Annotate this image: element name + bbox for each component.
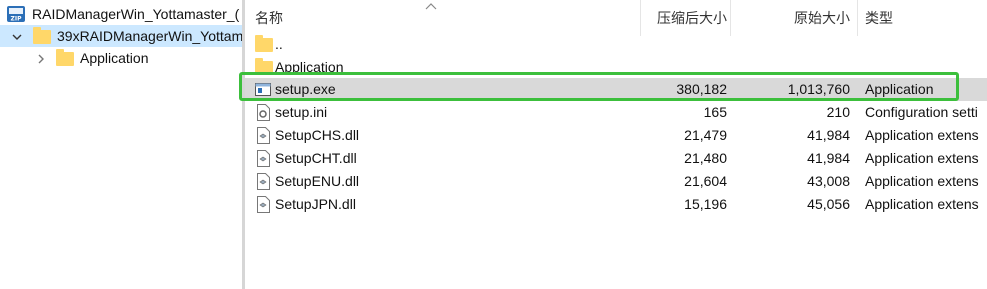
folder-icon bbox=[255, 35, 273, 52]
selection-highlight-outline bbox=[239, 72, 959, 101]
original-size: 43,008 bbox=[807, 173, 850, 189]
folder-icon bbox=[33, 27, 51, 44]
column-header-row: 名称 压缩后大小 原始大小 类型 bbox=[245, 0, 987, 36]
column-header-name[interactable]: 名称 bbox=[255, 9, 283, 27]
compressed-size: 165 bbox=[703, 104, 727, 120]
file-name: setup.ini bbox=[275, 104, 328, 120]
file-name: SetupCHT.dll bbox=[275, 150, 357, 166]
original-size: 41,984 bbox=[807, 127, 850, 143]
file-type: Application extens bbox=[865, 127, 979, 143]
file-name: SetupENU.dll bbox=[275, 173, 360, 189]
file-row[interactable]: setup.ini 165 210 Configuration setti bbox=[245, 101, 987, 124]
file-type: Configuration setti bbox=[865, 104, 978, 120]
tree-item-application[interactable]: Application bbox=[0, 47, 242, 69]
column-header-compressed[interactable]: 压缩后大小 bbox=[657, 9, 727, 27]
file-type: Application extens bbox=[865, 196, 979, 212]
svg-text:ZIP: ZIP bbox=[11, 16, 23, 23]
settings-file-icon bbox=[257, 104, 270, 121]
zip-archive-icon: ZIP bbox=[7, 6, 25, 23]
compressed-size: 21,479 bbox=[684, 127, 727, 143]
column-header-type[interactable]: 类型 bbox=[865, 9, 893, 27]
compressed-size: 15,196 bbox=[684, 196, 727, 212]
original-size: 45,056 bbox=[807, 196, 850, 212]
dll-file-icon bbox=[257, 196, 270, 213]
column-divider[interactable] bbox=[730, 0, 731, 36]
dll-file-icon bbox=[257, 173, 270, 190]
dll-file-icon bbox=[257, 127, 270, 144]
tree-item-archive-root-label: RAIDManagerWin_Yottamaster_( bbox=[32, 6, 240, 22]
file-name: SetupJPN.dll bbox=[275, 196, 356, 212]
file-type: Application extens bbox=[865, 173, 979, 189]
file-row[interactable]: SetupJPN.dll 15,196 45,056 Application exte… bbox=[245, 193, 987, 216]
dll-file-icon bbox=[257, 150, 270, 167]
folder-icon bbox=[56, 49, 74, 66]
file-row[interactable]: SetupCHT.dll 21,480 41,984 Application exte… bbox=[245, 147, 987, 170]
sort-ascending-icon bbox=[425, 3, 437, 10]
tree-item-application-label: Application bbox=[80, 50, 149, 66]
tree-item-archive-root[interactable]: ZIP RAIDManagerWin_Yottamaster_( bbox=[6, 3, 242, 25]
original-size: 41,984 bbox=[807, 150, 850, 166]
compressed-size: 21,480 bbox=[684, 150, 727, 166]
file-row[interactable]: SetupENU.dll 21,604 43,008 Application exte… bbox=[245, 170, 987, 193]
column-divider[interactable] bbox=[640, 0, 641, 36]
tree-item-selected-folder-label: 39xRAIDManagerWin_Yottam bbox=[57, 28, 242, 44]
file-row[interactable]: .. bbox=[245, 33, 987, 56]
chevron-right-icon[interactable] bbox=[36, 54, 46, 64]
file-name: .. bbox=[275, 36, 283, 52]
chevron-down-icon[interactable] bbox=[12, 32, 22, 42]
tree-item-selected-folder[interactable]: 39xRAIDManagerWin_Yottam bbox=[0, 25, 242, 47]
file-list-pane: 名称 压缩后大小 原始大小 类型 .. Application setup.exe 3… bbox=[245, 0, 987, 289]
file-type: Application extens bbox=[865, 150, 979, 166]
file-row[interactable]: SetupCHS.dll 21,479 41,984 Application exte… bbox=[245, 124, 987, 147]
original-size: 210 bbox=[826, 104, 850, 120]
column-divider[interactable] bbox=[857, 0, 858, 36]
compressed-size: 21,604 bbox=[684, 173, 727, 189]
file-name: SetupCHS.dll bbox=[275, 127, 360, 143]
column-header-original[interactable]: 原始大小 bbox=[794, 9, 850, 27]
folder-tree-pane: ZIP RAIDManagerWin_Yottamaster_( 39xRAID… bbox=[0, 0, 242, 289]
